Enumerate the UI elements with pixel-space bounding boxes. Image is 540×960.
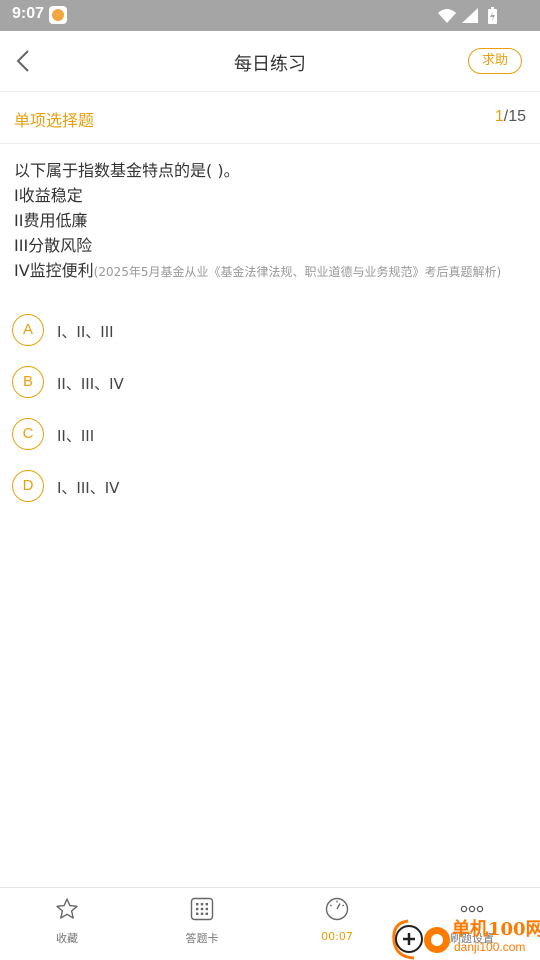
option-letter: C [12, 418, 44, 450]
timer-tab[interactable]: 00:07 [292, 888, 382, 960]
option-letter: A [12, 314, 44, 346]
status-time: 9:07 [12, 5, 45, 22]
status-bar: 9:07 [0, 0, 540, 31]
watermark: 单机100网 danji100.com [390, 913, 540, 960]
question-stem: 以下属于指数基金特点的是( )。 [14, 161, 240, 180]
wifi-icon [438, 9, 456, 23]
answer-card-tab[interactable]: 答题卡 [157, 888, 247, 960]
option-text: II、III [57, 427, 95, 445]
favorite-tab[interactable]: 收藏 [22, 888, 112, 960]
page-title: 每日练习 [234, 54, 306, 75]
star-icon [56, 898, 78, 919]
help-button[interactable]: 求助 [468, 48, 522, 74]
option-d[interactable]: D I、III、IV [12, 470, 512, 502]
watermark-name: 单机100网 [452, 919, 540, 940]
question-progress: 1/15 [495, 108, 526, 126]
option-text: I、III、IV [57, 479, 120, 497]
grid-icon [190, 897, 214, 921]
progress-total: /15 [503, 108, 526, 125]
option-b[interactable]: B II、III、IV [12, 366, 512, 398]
app-notification-icon [49, 6, 67, 24]
watermark-logo-icon [392, 919, 450, 960]
timer-icon [325, 897, 349, 921]
option-a[interactable]: A I、II、III [12, 314, 512, 346]
option-text: II、III、IV [57, 375, 124, 393]
header: 每日练习 求助 [0, 31, 540, 92]
option-letter: B [12, 366, 44, 398]
option-c[interactable]: C II、III [12, 418, 512, 450]
question-type-row: 单项选择题 1/15 [0, 92, 540, 144]
question-source: (2025年5月基金从业《基金法律法规、职业道德与业务规范》考后真题解析) [93, 265, 502, 279]
question-item: II费用低廉 [14, 211, 88, 230]
watermark-url: danji100.com [454, 940, 526, 954]
question-type: 单项选择题 [14, 111, 95, 130]
question-body: 以下属于指数基金特点的是( )。 I收益稳定 II费用低廉 III分散风险 IV… [14, 158, 530, 283]
signal-icon [462, 8, 478, 23]
favorite-label: 收藏 [56, 932, 78, 945]
question-item-last: IV监控便利(2025年5月基金从业《基金法律法规、职业道德与业务规范》考后真题… [14, 258, 530, 283]
question-item: IV监控便利 [14, 261, 94, 280]
option-letter: D [12, 470, 44, 502]
progress-current: 1 [494, 108, 504, 125]
answer-card-label: 答题卡 [185, 932, 219, 945]
system-status-icons [438, 7, 497, 24]
option-text: I、II、III [57, 323, 114, 341]
question-item: I收益稳定 [14, 186, 83, 205]
question-item: III分散风险 [14, 236, 93, 255]
timer-label: 00:07 [321, 930, 353, 943]
